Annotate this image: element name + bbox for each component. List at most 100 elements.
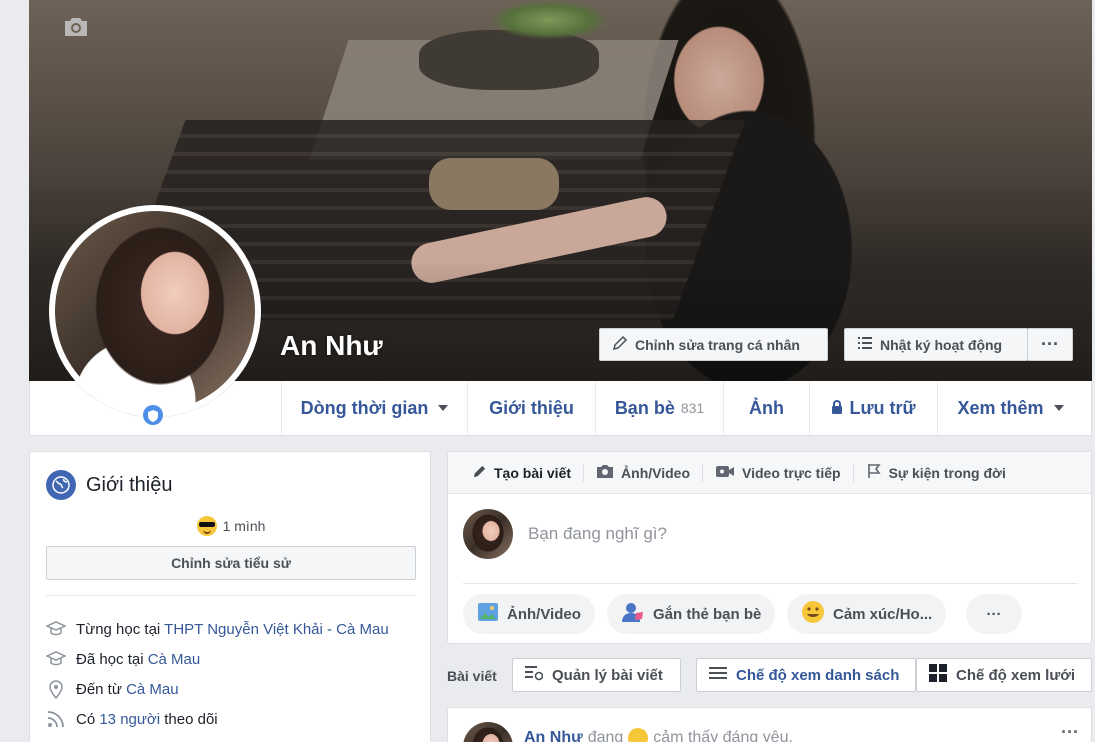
tab-photo-video-label: Ảnh/Video xyxy=(621,464,690,481)
info-link[interactable]: THPT Nguyễn Việt Khải - Cà Mau xyxy=(164,621,389,638)
composer-tabs: Tạo bài viết Ảnh/Video Video trực tiếp S… xyxy=(448,452,1091,494)
post-options-button[interactable]: ··· xyxy=(1061,722,1079,742)
activity-log-label: Nhật ký hoạt động xyxy=(880,336,1003,353)
grid-view-icon xyxy=(929,664,947,686)
more-options-button[interactable]: ··· xyxy=(1027,328,1073,361)
tag-friends-button[interactable]: Gắn thẻ bạn bè xyxy=(607,594,776,634)
tab-about[interactable]: Giới thiệu xyxy=(467,381,595,435)
activity-log-button[interactable]: Nhật ký hoạt động xyxy=(844,328,1028,361)
cover-plant xyxy=(489,0,609,40)
bio-label: 1 mình xyxy=(222,518,266,534)
avatar[interactable] xyxy=(463,722,513,742)
profile-picture[interactable] xyxy=(49,205,261,417)
photo-video-button[interactable]: Ảnh/Video xyxy=(463,594,595,634)
tab-live-video[interactable]: Video trực tiếp xyxy=(703,463,854,482)
manage-list-icon xyxy=(525,665,544,685)
post-status-text: cảm thấy đáng yêu. xyxy=(653,729,793,742)
lock-icon xyxy=(831,398,843,419)
list-icon xyxy=(857,335,873,354)
avatar xyxy=(55,211,255,411)
tab-more-label: Xem thêm xyxy=(957,397,1044,418)
info-prefix: Có xyxy=(76,710,100,728)
photo-video-label: Ảnh/Video xyxy=(507,605,581,623)
post-status-prefix: đang xyxy=(587,729,624,742)
tab-more[interactable]: Xem thêm xyxy=(937,381,1083,435)
globe-icon xyxy=(46,470,76,500)
posts-label: Bài viết xyxy=(447,668,497,684)
composer-placeholder[interactable]: Bạn đang nghĩ gì? xyxy=(528,524,667,544)
list-item: Từng học tại THPT Nguyễn Việt Khải - Cà … xyxy=(46,614,389,644)
location-pin-icon xyxy=(46,679,66,699)
info-prefix: Từng học tại xyxy=(76,620,165,638)
feeling-activity-label: Cảm xúc/Ho... xyxy=(833,605,933,623)
caret-down-icon xyxy=(438,405,449,411)
list-item: Đã học tại Cà Mau xyxy=(46,644,389,674)
tab-photos-label: Ảnh xyxy=(749,397,784,418)
intro-title: Giới thiệu xyxy=(86,473,173,496)
list-item: Đến từ Cà Mau xyxy=(46,674,389,704)
tab-archive[interactable]: Lưu trữ xyxy=(809,381,937,435)
info-text: Từng học tại THPT Nguyễn Việt Khải - Cà … xyxy=(76,621,389,638)
cover-bag xyxy=(429,158,559,210)
graduation-cap-icon xyxy=(46,649,66,669)
info-text: Có 13 người theo dõi xyxy=(76,711,218,728)
post-author[interactable]: An Như xyxy=(524,729,583,742)
profile-name[interactable]: An Như xyxy=(280,330,383,362)
caret-down-icon xyxy=(1053,405,1064,411)
profile-guard-badge[interactable] xyxy=(140,402,166,428)
edit-profile-label: Chỉnh sửa trang cá nhân xyxy=(635,336,800,353)
post-header: An Như đang cảm thấy đáng yêu. xyxy=(524,728,793,742)
grid-view-button[interactable]: Chế độ xem lưới xyxy=(916,658,1092,692)
pencil-icon xyxy=(472,464,487,482)
tab-friends-label: Bạn bè xyxy=(614,397,675,418)
edit-bio-button[interactable]: Chỉnh sửa tiểu sử xyxy=(46,546,416,580)
post-composer: Tạo bài viết Ảnh/Video Video trực tiếp S… xyxy=(447,451,1092,644)
info-prefix: Đến từ xyxy=(76,680,127,698)
intro-info-list: Từng học tại THPT Nguyễn Việt Khải - Cà … xyxy=(46,614,389,734)
tab-create-post-label: Tạo bài viết xyxy=(494,464,572,481)
feeling-emoji-icon xyxy=(628,728,649,742)
info-link[interactable]: 13 người xyxy=(99,711,160,728)
friends-count: 831 xyxy=(680,400,705,416)
manage-posts-button[interactable]: Quản lý bài viết xyxy=(512,658,681,692)
feeling-activity-button[interactable]: Cảm xúc/Ho... xyxy=(787,594,947,634)
list-view-icon xyxy=(709,666,727,684)
grid-view-label: Chế độ xem lưới xyxy=(956,666,1076,684)
info-link[interactable]: Cà Mau xyxy=(148,651,201,668)
intro-header: Giới thiệu xyxy=(46,470,172,500)
tab-life-event-label: Sự kiện trong đời xyxy=(888,464,1006,481)
tag-friends-icon xyxy=(621,601,645,627)
tab-photo-video[interactable]: Ảnh/Video xyxy=(584,463,703,482)
tab-about-label: Giới thiệu xyxy=(489,397,574,418)
more-composer-options-button[interactable]: ··· xyxy=(966,594,1022,634)
video-camera-icon xyxy=(715,464,735,482)
info-link[interactable]: Cà Mau xyxy=(126,681,179,698)
sunglasses-emoji-icon xyxy=(196,516,217,536)
divider xyxy=(46,595,416,596)
list-view-label: Chế độ xem danh sách xyxy=(736,666,900,684)
info-text: Đến từ Cà Mau xyxy=(76,681,179,698)
camera-icon xyxy=(596,464,614,482)
tab-life-event[interactable]: Sự kiện trong đời xyxy=(854,464,1018,482)
post-card: An Như đang cảm thấy đáng yêu. ··· xyxy=(447,707,1092,742)
tab-photos[interactable]: Ảnh xyxy=(723,381,809,435)
smiley-icon xyxy=(801,600,825,628)
composer-input-row[interactable]: Bạn đang nghĩ gì? xyxy=(463,509,667,559)
edit-profile-button[interactable]: Chỉnh sửa trang cá nhân xyxy=(599,328,828,361)
rss-icon xyxy=(46,709,66,729)
info-text: Đã học tại Cà Mau xyxy=(76,651,200,668)
tab-friends[interactable]: Bạn bè 831 xyxy=(595,381,723,435)
bio-text: 1 mình xyxy=(30,516,432,536)
tag-friends-label: Gắn thẻ bạn bè xyxy=(653,605,762,623)
graduation-cap-icon xyxy=(46,619,66,639)
shield-icon xyxy=(143,405,163,425)
intro-card: Giới thiệu 1 mình Chỉnh sửa tiểu sử Từng… xyxy=(29,451,431,742)
divider xyxy=(463,583,1077,584)
tab-timeline-label: Dòng thời gian xyxy=(300,397,429,418)
tab-create-post[interactable]: Tạo bài viết xyxy=(460,463,585,482)
flag-icon xyxy=(866,463,882,482)
camera-icon[interactable] xyxy=(62,16,90,38)
list-view-button[interactable]: Chế độ xem danh sách xyxy=(696,658,916,692)
avatar xyxy=(463,509,513,559)
tab-timeline[interactable]: Dòng thời gian xyxy=(281,381,467,435)
